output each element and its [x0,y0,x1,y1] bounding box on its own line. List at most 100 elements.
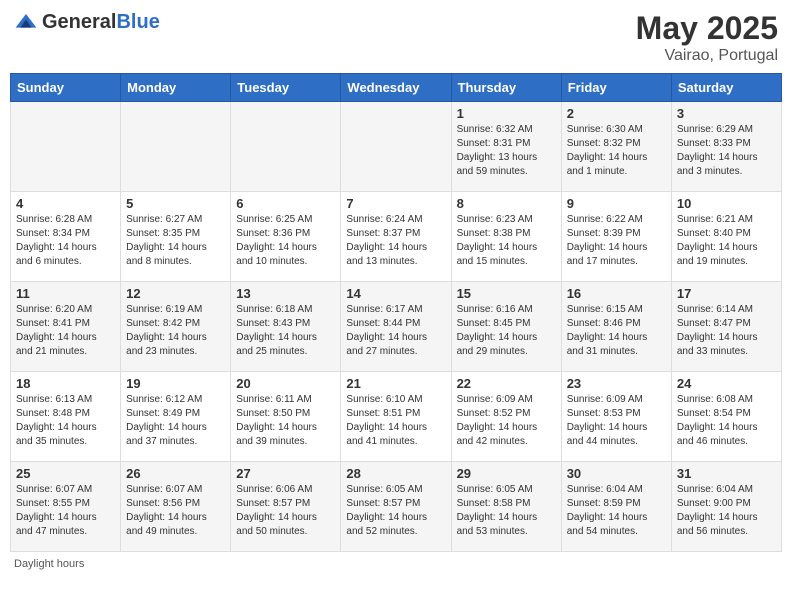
day-info: Sunrise: 6:09 AM Sunset: 8:52 PM Dayligh… [457,393,556,449]
footer-note: Daylight hours [10,558,782,570]
calendar-cell: 11 Sunrise: 6:20 AM Sunset: 8:41 PM Dayli… [11,282,121,372]
calendar-cell: 16Sunrise: 6:15 AM Sunset: 8:46 PM Dayli… [561,282,671,372]
day-number: 7 [346,196,445,211]
logo-blue: Blue [116,11,159,33]
day-info: Sunrise: 6:09 AM Sunset: 8:53 PM Dayligh… [567,393,666,449]
day-info: Sunrise: 6:17 AM Sunset: 8:44 PM Dayligh… [346,303,445,359]
calendar-cell: 2 Sunrise: 6:30 AM Sunset: 8:32 PM Daylig… [561,102,671,192]
day-number: 9 [567,196,666,211]
day-info: Sunrise: 6:04 AM Sunset: 8:59 PM Dayligh… [567,483,666,539]
day-info: Sunrise: 6:32 AM Sunset: 8:31 PM Dayligh… [457,123,556,179]
day-number: 6 [236,196,335,211]
day-number: 14 [346,286,445,301]
calendar-cell [231,102,341,192]
calendar-table: SundayMondayTuesdayWednesdayThursdayFrid… [10,73,782,552]
logo-text: GeneralBlue [42,11,160,34]
calendar-cell: 31Sunrise: 6:04 AM Sunset: 9:00 PM Dayli… [671,462,781,552]
calendar-cell: 7 Sunrise: 6:24 AM Sunset: 8:37 PM Daylig… [341,192,451,282]
day-info: Sunrise: 6:11 AM Sunset: 8:50 PM Dayligh… [236,393,335,449]
day-number: 11 [16,286,115,301]
week-row-4: 18 Sunrise: 6:13 AM Sunset: 8:48 PM Dayli… [11,372,782,462]
day-info: Sunrise: 6:18 AM Sunset: 8:43 PM Dayligh… [236,303,335,359]
day-number: 8 [457,196,556,211]
header-friday: Friday [561,74,671,102]
day-info: Sunrise: 6:30 AM Sunset: 8:32 PM Dayligh… [567,123,666,179]
day-info: Sunrise: 6:20 AM Sunset: 8:41 PM Dayligh… [16,303,115,359]
day-info: Sunrise: 6:23 AM Sunset: 8:38 PM Dayligh… [457,213,556,269]
day-number: 31 [677,466,776,481]
calendar-cell: 4 Sunrise: 6:28 AM Sunset: 8:34 PM Daylig… [11,192,121,282]
day-number: 4 [16,196,115,211]
calendar-cell: 14 Sunrise: 6:17 AM Sunset: 8:44 PM Dayli… [341,282,451,372]
day-number: 20 [236,376,335,391]
day-number: 19 [126,376,225,391]
calendar-cell: 24 Sunrise: 6:08 AM Sunset: 8:54 PM Dayli… [671,372,781,462]
calendar-cell: 28 Sunrise: 6:05 AM Sunset: 8:57 PM Dayli… [341,462,451,552]
calendar-cell: 1Sunrise: 6:32 AM Sunset: 8:31 PM Daylig… [451,102,561,192]
header-saturday: Saturday [671,74,781,102]
header-thursday: Thursday [451,74,561,102]
day-info: Sunrise: 6:22 AM Sunset: 8:39 PM Dayligh… [567,213,666,269]
logo-icon [14,10,38,34]
header-wednesday: Wednesday [341,74,451,102]
calendar-cell: 25 Sunrise: 6:07 AM Sunset: 8:55 PM Dayli… [11,462,121,552]
day-number: 16 [567,286,666,301]
day-info: Sunrise: 6:28 AM Sunset: 8:34 PM Dayligh… [16,213,115,269]
day-info: Sunrise: 6:05 AM Sunset: 8:57 PM Dayligh… [346,483,445,539]
day-info: Sunrise: 6:08 AM Sunset: 8:54 PM Dayligh… [677,393,776,449]
calendar-cell: 3Sunrise: 6:29 AM Sunset: 8:33 PM Daylig… [671,102,781,192]
calendar-cell: 8 Sunrise: 6:23 AM Sunset: 8:38 PM Daylig… [451,192,561,282]
calendar-cell: 6 Sunrise: 6:25 AM Sunset: 8:36 PM Daylig… [231,192,341,282]
calendar-cell: 9 Sunrise: 6:22 AM Sunset: 8:39 PM Daylig… [561,192,671,282]
day-number: 25 [16,466,115,481]
day-info: Sunrise: 6:16 AM Sunset: 8:45 PM Dayligh… [457,303,556,359]
day-number: 10 [677,196,776,211]
calendar-cell: 5 Sunrise: 6:27 AM Sunset: 8:35 PM Daylig… [121,192,231,282]
day-number: 24 [677,376,776,391]
calendar-cell: 10Sunrise: 6:21 AM Sunset: 8:40 PM Dayli… [671,192,781,282]
header-row: SundayMondayTuesdayWednesdayThursdayFrid… [11,74,782,102]
day-number: 12 [126,286,225,301]
header-sunday: Sunday [11,74,121,102]
calendar-cell [341,102,451,192]
month-title: May 2025 [636,10,778,47]
day-number: 22 [457,376,556,391]
week-row-2: 4 Sunrise: 6:28 AM Sunset: 8:34 PM Daylig… [11,192,782,282]
day-info: Sunrise: 6:14 AM Sunset: 8:47 PM Dayligh… [677,303,776,359]
title-block: May 2025 Vairao, Portugal [636,10,778,65]
day-info: Sunrise: 6:12 AM Sunset: 8:49 PM Dayligh… [126,393,225,449]
logo-general: General [42,11,116,33]
calendar-cell: 13 Sunrise: 6:18 AM Sunset: 8:43 PM Dayli… [231,282,341,372]
calendar-cell: 18 Sunrise: 6:13 AM Sunset: 8:48 PM Dayli… [11,372,121,462]
day-number: 5 [126,196,225,211]
day-info: Sunrise: 6:07 AM Sunset: 8:56 PM Dayligh… [126,483,225,539]
day-info: Sunrise: 6:27 AM Sunset: 8:35 PM Dayligh… [126,213,225,269]
day-info: Sunrise: 6:29 AM Sunset: 8:33 PM Dayligh… [677,123,776,179]
day-number: 21 [346,376,445,391]
calendar-cell: 12Sunrise: 6:19 AM Sunset: 8:42 PM Dayli… [121,282,231,372]
day-info: Sunrise: 6:13 AM Sunset: 8:48 PM Dayligh… [16,393,115,449]
day-number: 15 [457,286,556,301]
day-number: 13 [236,286,335,301]
week-row-1: 1Sunrise: 6:32 AM Sunset: 8:31 PM Daylig… [11,102,782,192]
day-number: 29 [457,466,556,481]
day-info: Sunrise: 6:24 AM Sunset: 8:37 PM Dayligh… [346,213,445,269]
calendar-cell: 17Sunrise: 6:14 AM Sunset: 8:47 PM Dayli… [671,282,781,372]
day-info: Sunrise: 6:25 AM Sunset: 8:36 PM Dayligh… [236,213,335,269]
day-info: Sunrise: 6:06 AM Sunset: 8:57 PM Dayligh… [236,483,335,539]
calendar-cell: 19 Sunrise: 6:12 AM Sunset: 8:49 PM Dayli… [121,372,231,462]
day-number: 27 [236,466,335,481]
day-info: Sunrise: 6:07 AM Sunset: 8:55 PM Dayligh… [16,483,115,539]
header-monday: Monday [121,74,231,102]
calendar-cell: 29 Sunrise: 6:05 AM Sunset: 8:58 PM Dayli… [451,462,561,552]
calendar-cell: 15 Sunrise: 6:16 AM Sunset: 8:45 PM Dayli… [451,282,561,372]
day-number: 2 [567,106,666,121]
week-row-5: 25 Sunrise: 6:07 AM Sunset: 8:55 PM Dayli… [11,462,782,552]
calendar-cell: 22 Sunrise: 6:09 AM Sunset: 8:52 PM Dayli… [451,372,561,462]
location: Vairao, Portugal [636,47,778,65]
calendar-cell: 20 Sunrise: 6:11 AM Sunset: 8:50 PM Dayli… [231,372,341,462]
day-number: 18 [16,376,115,391]
day-number: 28 [346,466,445,481]
calendar-cell: 27 Sunrise: 6:06 AM Sunset: 8:57 PM Dayli… [231,462,341,552]
day-info: Sunrise: 6:05 AM Sunset: 8:58 PM Dayligh… [457,483,556,539]
